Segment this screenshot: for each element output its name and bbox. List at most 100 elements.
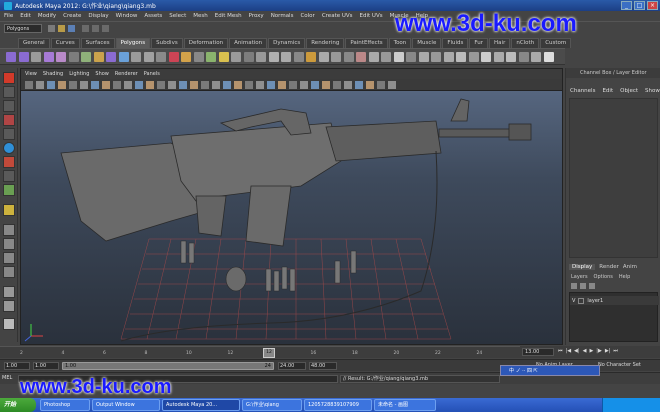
shelf-tool-icon[interactable]: [468, 52, 479, 62]
perspective-viewport[interactable]: View Shading Lighting Show Renderer Panels: [20, 68, 563, 345]
shelf-tool-icon[interactable]: [306, 52, 316, 62]
shelf-tool-icon[interactable]: [93, 52, 104, 62]
shelf-tool-icon[interactable]: [393, 52, 404, 62]
viewport-menu-shading[interactable]: Shading: [43, 71, 63, 77]
shelf-tool-icon[interactable]: [31, 52, 41, 62]
universal-manipulator-icon[interactable]: [3, 156, 15, 168]
new-layer-icon[interactable]: [589, 283, 595, 289]
shelf-tool-icon[interactable]: [6, 52, 16, 62]
viewport-tool-icon[interactable]: [179, 81, 187, 89]
viewport-menu-renderer[interactable]: Renderer: [115, 71, 138, 77]
viewport-tool-icon[interactable]: [388, 81, 396, 89]
shelf-tool-icon[interactable]: [543, 52, 554, 62]
outliner-icon[interactable]: [3, 286, 15, 298]
shelf-tool-icon[interactable]: [81, 52, 91, 62]
current-time-field[interactable]: 13.00: [522, 348, 554, 356]
taskbar-task-button[interactable]: 未命名 - 画图: [374, 399, 436, 411]
go-to-start-icon[interactable]: ⏮: [558, 348, 563, 354]
select-component-icon[interactable]: [102, 25, 109, 32]
viewport-tool-icon[interactable]: [267, 81, 275, 89]
channel-box-menu-object[interactable]: Object: [620, 88, 638, 94]
ime-toolbar[interactable]: 中 ノ ·· 四 ⇱: [500, 365, 600, 376]
shelf-tool-icon[interactable]: [181, 52, 191, 62]
shelf-tool-icon[interactable]: [368, 52, 379, 62]
shelf-tool-icon[interactable]: [218, 52, 229, 62]
menu-set-selector[interactable]: Polygons: [4, 24, 42, 33]
shelf-tool-icon[interactable]: [506, 52, 516, 62]
shelf-tool-icon[interactable]: [331, 52, 341, 62]
viewport-tool-icon[interactable]: [190, 81, 198, 89]
viewport-tool-icon[interactable]: [300, 81, 308, 89]
shelf-tool-icon[interactable]: [356, 52, 366, 62]
start-button[interactable]: 开始: [0, 398, 36, 412]
viewport-tool-icon[interactable]: [245, 81, 253, 89]
shelf-tool-icon[interactable]: [168, 52, 179, 62]
shelf-tool-icon[interactable]: [343, 52, 354, 62]
lasso-tool-icon[interactable]: [3, 86, 15, 98]
close-button[interactable]: ×: [647, 1, 658, 10]
minimize-button[interactable]: _: [621, 1, 632, 10]
menu-file[interactable]: File: [4, 13, 13, 19]
viewport-tool-icon[interactable]: [212, 81, 220, 89]
menu-select[interactable]: Select: [169, 13, 186, 19]
viewport-tool-icon[interactable]: [377, 81, 385, 89]
shelf-tool-icon[interactable]: [293, 52, 304, 62]
last-tool-icon[interactable]: [3, 204, 15, 216]
layer-menu-help[interactable]: Help: [619, 274, 630, 280]
shelf-tool-icon[interactable]: [256, 52, 266, 62]
shelf-tab-ncloth[interactable]: nCloth: [511, 38, 540, 48]
open-scene-icon[interactable]: [58, 25, 65, 32]
shelf-tab-dynamics[interactable]: Dynamics: [268, 38, 306, 48]
viewport-tool-icon[interactable]: [289, 81, 297, 89]
viewport-tool-icon[interactable]: [25, 81, 33, 89]
move-layer-down-icon[interactable]: [580, 283, 586, 289]
play-forwards-icon[interactable]: ▶: [589, 348, 593, 354]
shelf-tool-icon[interactable]: [156, 52, 166, 62]
shelf-tool-icon[interactable]: [18, 52, 29, 62]
soft-modification-icon[interactable]: [3, 170, 15, 182]
step-forward-frame-icon[interactable]: |▶: [596, 348, 602, 354]
menu-color[interactable]: Color: [300, 13, 314, 19]
shelf-tool-icon[interactable]: [281, 52, 291, 62]
shelf-tool-icon[interactable]: [206, 52, 216, 62]
shelf-tab-surfaces[interactable]: Surfaces: [80, 38, 115, 48]
move-layer-up-icon[interactable]: [571, 283, 577, 289]
single-perspective-layout-icon[interactable]: [3, 224, 15, 236]
shelf-tool-icon[interactable]: [443, 52, 454, 62]
end-time-field[interactable]: 24.00: [278, 362, 306, 370]
shelf-tab-hair[interactable]: Hair: [489, 38, 511, 48]
range-bar[interactable]: 1.00 24: [62, 362, 274, 370]
shelf-tab-deformation[interactable]: Deformation: [183, 38, 229, 48]
mel-label[interactable]: MEL: [2, 375, 16, 383]
viewport-tool-icon[interactable]: [124, 81, 132, 89]
go-to-end-icon[interactable]: ⏭: [613, 348, 618, 354]
viewport-tool-icon[interactable]: [102, 81, 110, 89]
select-hierarchy-icon[interactable]: [82, 25, 89, 32]
shelf-tab-muscle[interactable]: Muscle: [412, 38, 442, 48]
shelf-tool-icon[interactable]: [268, 52, 279, 62]
viewport-tool-icon[interactable]: [36, 81, 44, 89]
viewport-tool-icon[interactable]: [168, 81, 176, 89]
shelf-tool-icon[interactable]: [406, 52, 416, 62]
select-object-icon[interactable]: [92, 25, 99, 32]
shelf-tab-animation[interactable]: Animation: [229, 38, 268, 48]
viewport-tool-icon[interactable]: [69, 81, 77, 89]
shelf-tab-general[interactable]: General: [18, 38, 50, 48]
viewport-tool-icon[interactable]: [135, 81, 143, 89]
shelf-tool-icon[interactable]: [531, 52, 541, 62]
taskbar-task-button[interactable]: 1205728839107909: [304, 399, 372, 411]
menu-normals[interactable]: Normals: [271, 13, 294, 19]
persp-graph-layout-icon[interactable]: [3, 266, 15, 278]
shelf-tool-icon[interactable]: [118, 52, 129, 62]
current-frame-marker[interactable]: 12: [263, 348, 275, 358]
viewport-tool-icon[interactable]: [201, 81, 209, 89]
rifle-model[interactable]: [21, 91, 563, 345]
menu-proxy[interactable]: Proxy: [249, 13, 264, 19]
shelf-tool-icon[interactable]: [518, 52, 529, 62]
shelf-tool-icon[interactable]: [418, 52, 429, 62]
channel-box-menu-show[interactable]: Show: [645, 88, 660, 94]
range-start-field[interactable]: 1.00: [33, 362, 59, 370]
shelf-tab-curves[interactable]: Curves: [50, 38, 80, 48]
step-forward-key-icon[interactable]: ▶|: [605, 348, 611, 354]
viewport-menu-lighting[interactable]: Lighting: [69, 71, 89, 77]
